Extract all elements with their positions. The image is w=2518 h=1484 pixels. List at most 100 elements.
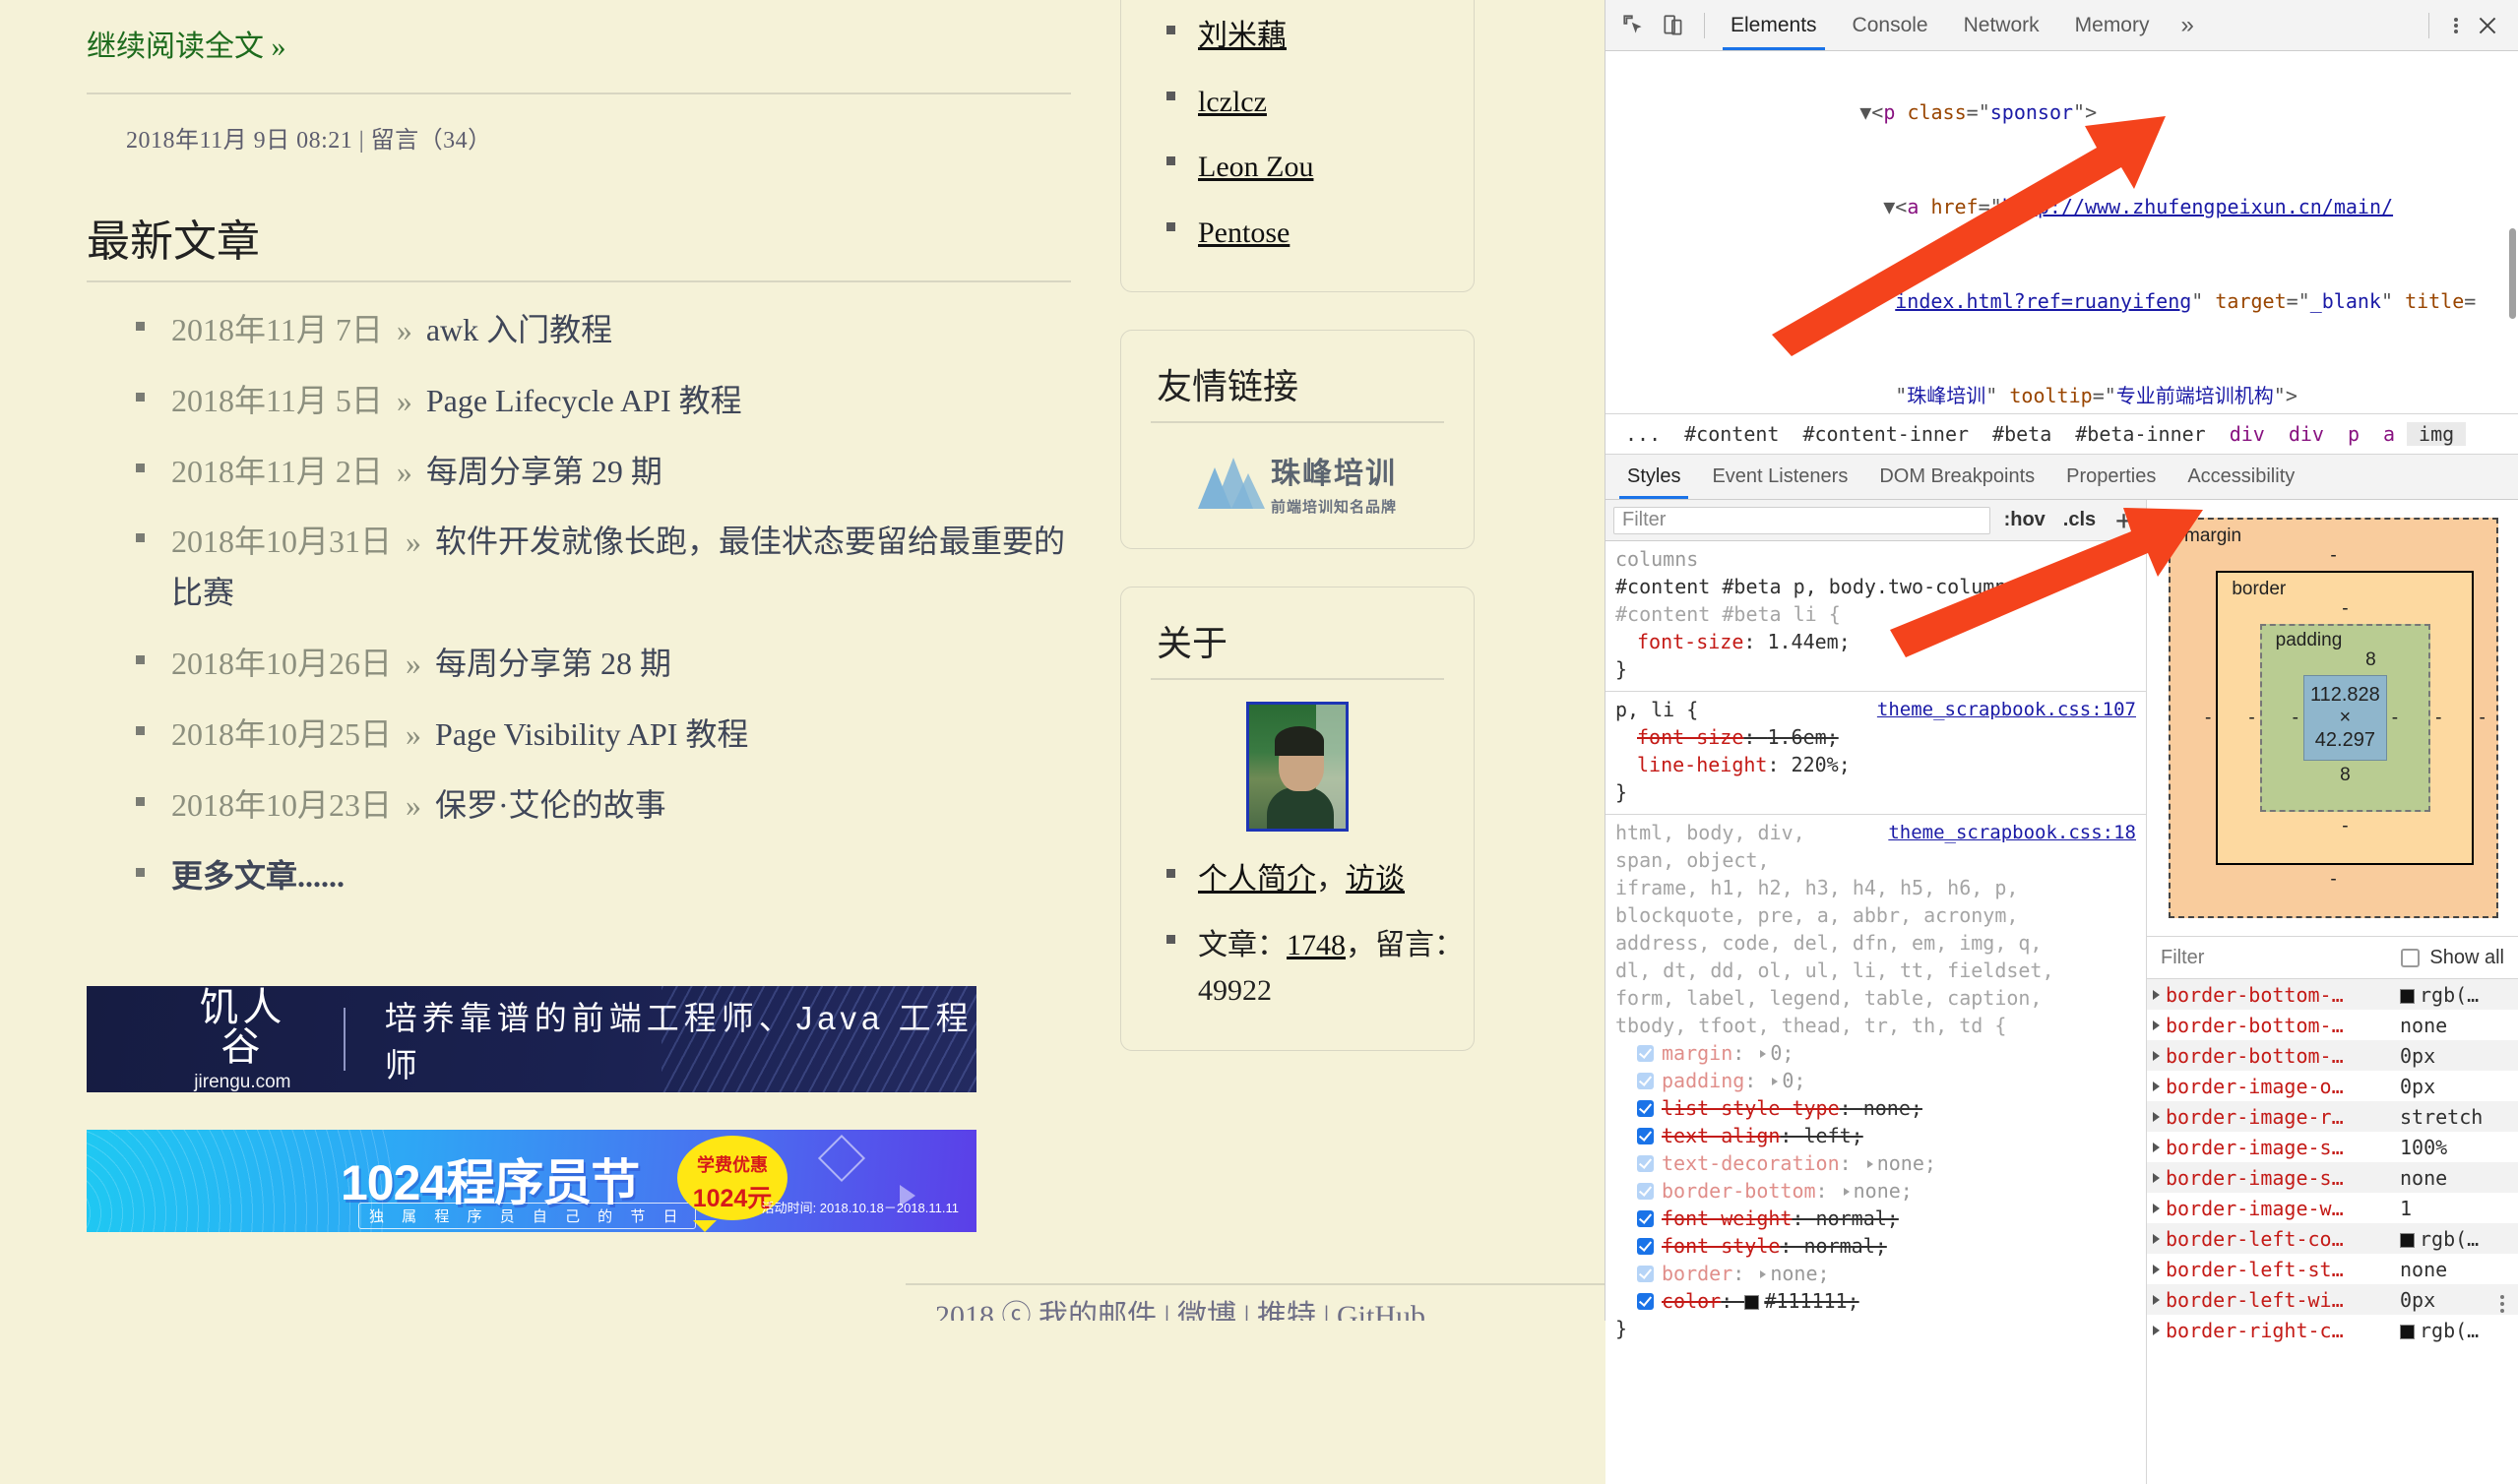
declaration-checkbox[interactable] (1637, 1100, 1654, 1117)
border-bottom-value[interactable]: - (2243, 816, 2446, 837)
css-property[interactable]: text-align (1662, 1124, 1780, 1147)
computed-row[interactable]: border-image-s…none (2147, 1162, 2518, 1193)
breadcrumb-item[interactable]: img (2407, 422, 2466, 446)
css-declaration[interactable]: font-weight: normal; (1615, 1205, 2136, 1232)
declaration-checkbox[interactable] (1637, 1183, 1654, 1200)
css-value[interactable]: #111111; (1764, 1289, 1858, 1313)
breadcrumb-item[interactable]: div (2218, 422, 2277, 446)
expand-arrow-icon[interactable] (2153, 1112, 2160, 1122)
css-value[interactable]: 0; (1782, 1069, 1805, 1092)
css-value[interactable]: 1.44em; (1767, 630, 1850, 653)
dom-tree-scrollbar[interactable] (2509, 228, 2516, 319)
kebab-menu-icon[interactable] (2443, 13, 2469, 38)
css-declaration[interactable]: border: none; (1615, 1260, 2136, 1287)
dom-line[interactable]: index.html?ref=ruanyifeng" target="_blan… (1605, 254, 2518, 348)
css-property[interactable]: border (1662, 1262, 1732, 1285)
show-all-checkbox[interactable] (2401, 949, 2420, 967)
css-value[interactable]: none; (1863, 1096, 1922, 1120)
declaration-checkbox[interactable] (1637, 1238, 1654, 1255)
dom-line[interactable]: ▼<a href="http://www.zhufengpeixun.cn/ma… (1605, 159, 2518, 254)
declaration-checkbox[interactable] (1637, 1266, 1654, 1282)
css-value[interactable]: normal; (1816, 1206, 1899, 1230)
commenter-link[interactable]: lczlcz (1198, 86, 1267, 118)
article-link[interactable]: awk 入门教程 (426, 312, 612, 347)
css-property[interactable]: font-style (1662, 1234, 1780, 1258)
computed-row[interactable]: border-left-st…none (2147, 1254, 2518, 1284)
padding-bottom-value[interactable]: 8 (2288, 765, 2403, 786)
css-property[interactable]: font-weight (1662, 1206, 1792, 1230)
computed-row[interactable]: border-left-wi…0px (2147, 1284, 2518, 1315)
computed-filter-input[interactable]: Filter (2161, 947, 2391, 969)
article-link[interactable]: Page Visibility API 教程 (435, 716, 748, 752)
subtab-properties[interactable]: Properties (2050, 455, 2172, 499)
css-declaration[interactable]: list-style-type: none; (1615, 1094, 2136, 1122)
tab-network[interactable]: Network (1946, 0, 2057, 50)
box-model-diagram[interactable]: margin - - border - - padding 8 (2147, 500, 2518, 918)
more-articles-link[interactable]: 更多文章...... (171, 846, 1071, 907)
breadcrumb-item[interactable]: ... (1613, 422, 1672, 446)
tab-console[interactable]: Console (1835, 0, 1946, 50)
ad-banner-jirengu[interactable]: 饥人谷 jirengu.com 培养靠谱的前端工程师、Java 工程师 (87, 986, 976, 1092)
color-swatch[interactable] (1744, 1295, 1759, 1310)
css-property[interactable]: color (1662, 1289, 1721, 1313)
computed-row[interactable]: border-bottom-…none (2147, 1010, 2518, 1040)
computed-row[interactable]: border-image-r…stretch (2147, 1101, 2518, 1132)
commenter-link[interactable]: Leon Zou (1198, 151, 1313, 183)
computed-row[interactable]: border-image-s…100% (2147, 1132, 2518, 1162)
css-declaration[interactable]: padding: 0; (1615, 1067, 2136, 1094)
expand-arrow-icon[interactable] (2153, 1143, 2160, 1152)
margin-left-value[interactable]: - (2200, 708, 2216, 729)
expand-arrow-icon[interactable] (1760, 1050, 1766, 1058)
css-rule[interactable]: p, li {theme_scrapbook.css:107 font-size… (1605, 692, 2146, 815)
css-declaration[interactable]: text-align: left; (1615, 1122, 2136, 1149)
breadcrumb-item[interactable]: p (2336, 422, 2371, 446)
tab-elements[interactable]: Elements (1713, 0, 1835, 50)
declaration-checkbox[interactable] (1637, 1155, 1654, 1172)
article-link[interactable]: 保罗·艾伦的故事 (435, 787, 666, 823)
close-icon[interactable] (2475, 13, 2500, 38)
css-property[interactable]: border-bottom (1662, 1179, 1816, 1203)
css-source-link[interactable]: theme_scrapbook.css:107 (1877, 696, 2136, 723)
read-more-link[interactable]: 继续阅读全文 » (87, 0, 286, 65)
computed-row[interactable]: border-left-co…rgb(… (2147, 1223, 2518, 1254)
article-link[interactable]: 每周分享第 28 期 (435, 646, 671, 681)
dom-line[interactable]: "珠峰培训" tooltip="专业前端培训机构"> (1605, 348, 2518, 413)
ad-banner-1024[interactable]: 1024程序员节 独 属 程 序 员 自 己 的 节 日 学费优惠 1024元 … (87, 1130, 976, 1232)
sponsor-link[interactable]: 珠峰培训 前端培训知名品牌 (1121, 423, 1474, 523)
expand-arrow-icon[interactable] (2153, 1020, 2160, 1030)
css-declaration[interactable]: color: #111111; (1615, 1287, 2136, 1315)
article-link[interactable]: Page Lifecycle API 教程 (426, 383, 742, 418)
hov-toggle[interactable]: :hov (2000, 509, 2049, 531)
subtab-accessibility[interactable]: Accessibility (2172, 455, 2310, 499)
css-property[interactable]: text-decoration (1662, 1151, 1840, 1175)
box-model-content[interactable]: 112.828 × 42.297 (2303, 675, 2387, 761)
expand-arrow-icon[interactable] (2153, 1326, 2160, 1335)
expand-arrow-icon[interactable] (2153, 1204, 2160, 1213)
expand-arrow-icon[interactable] (1844, 1188, 1850, 1196)
css-declaration[interactable]: font-style: normal; (1615, 1232, 2136, 1260)
css-property[interactable]: list-style-type (1662, 1096, 1840, 1120)
expand-arrow-icon[interactable] (2153, 1173, 2160, 1183)
margin-top-value[interactable]: - (2200, 545, 2467, 567)
border-top-value[interactable]: - (2243, 598, 2446, 620)
breadcrumb-item[interactable]: #beta-inner (2063, 422, 2217, 446)
expand-arrow-icon[interactable] (1760, 1270, 1766, 1278)
cls-toggle[interactable]: .cls (2059, 509, 2100, 531)
device-toolbar-icon[interactable] (1661, 13, 1686, 38)
more-tabs-button[interactable]: » (2167, 0, 2207, 50)
breadcrumb-item[interactable]: #beta (1981, 422, 2063, 446)
css-value[interactable]: 220%; (1792, 753, 1851, 776)
css-value[interactable]: left; (1804, 1124, 1863, 1147)
expand-arrow-icon[interactable] (1772, 1078, 1778, 1085)
css-property[interactable]: font-size (1637, 630, 1743, 653)
commenter-link[interactable]: Pentose (1198, 216, 1290, 249)
css-value[interactable]: 0; (1770, 1041, 1794, 1065)
padding-right-value[interactable]: - (2387, 708, 2403, 729)
css-declaration[interactable]: text-decoration: none; (1615, 1149, 2136, 1177)
declaration-checkbox[interactable] (1637, 1293, 1654, 1310)
css-property[interactable]: font-size (1637, 725, 1743, 749)
article-link[interactable]: 每周分享第 29 期 (426, 454, 662, 489)
breadcrumb-item[interactable]: #content (1672, 422, 1791, 446)
expand-arrow-icon[interactable] (2153, 990, 2160, 1000)
css-rule[interactable]: html, body, div, theme_scrapbook.css:18 … (1605, 815, 2146, 1350)
